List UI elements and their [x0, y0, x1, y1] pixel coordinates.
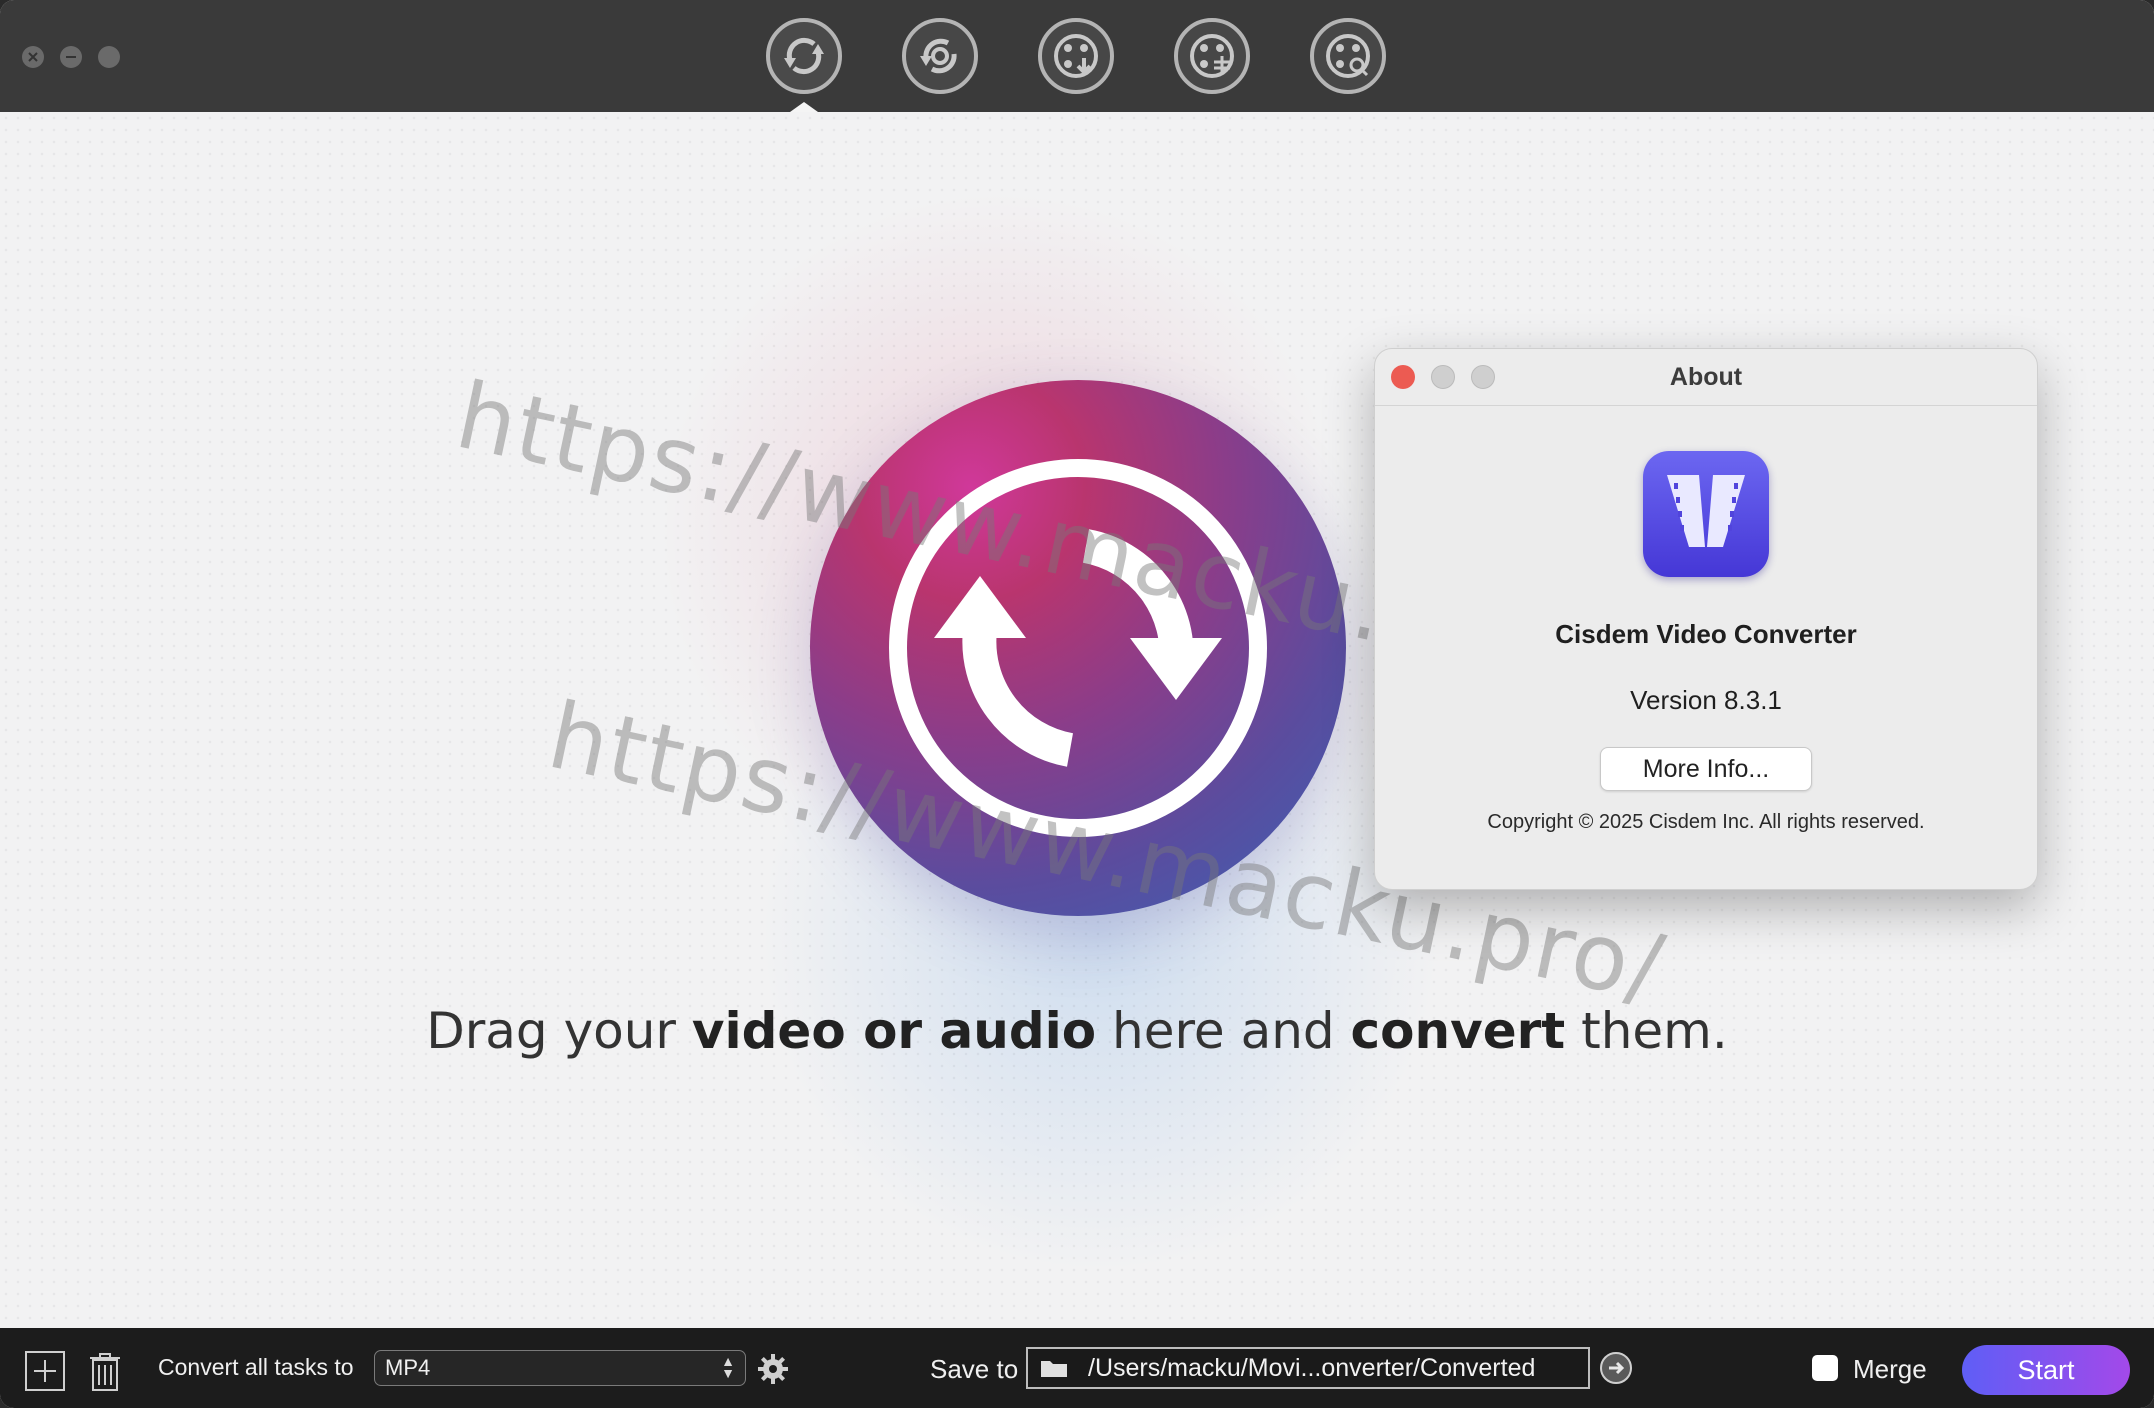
about-close-button[interactable]: [1391, 365, 1415, 389]
convert-icon: [784, 37, 824, 75]
save-path-field[interactable]: /Users/macku/Movi...onverter/Converted: [1026, 1347, 1590, 1389]
save-to-label: Save to: [930, 1354, 1019, 1384]
minimize-window-button[interactable]: [60, 46, 82, 68]
about-copyright: Copyright © 2025 Cisdem Inc. All rights …: [1487, 811, 1925, 833]
active-tab-indicator: [790, 102, 818, 112]
app-logo-icon: [1643, 451, 1769, 577]
rip-disc-icon: [920, 38, 957, 74]
toolbar-download-button[interactable]: [1038, 18, 1114, 94]
toolbar-dvd-ripper-button[interactable]: [902, 18, 978, 94]
plus-icon: [25, 1351, 65, 1391]
drop-hint-bold: video or audio: [691, 1002, 1097, 1060]
save-path-value: /Users/macku/Movi...onverter/Converted: [1088, 1354, 1536, 1382]
about-dialog: About Cisdem Video Converter Version 8.3…: [1374, 348, 2038, 890]
main-window: https://www.macku.pro/ https://www.macku…: [0, 0, 2154, 1408]
output-format-value: MP4: [385, 1355, 431, 1380]
video-info-icon: [1326, 34, 1370, 78]
toolbar-editor-button[interactable]: [1174, 18, 1250, 94]
zoom-window-button[interactable]: [98, 46, 120, 68]
edit-video-icon: [1190, 34, 1234, 78]
about-zoom-button[interactable]: [1471, 365, 1495, 389]
arrow-right-icon: [1600, 1352, 1632, 1384]
gear-icon: [758, 1354, 788, 1384]
format-settings-button[interactable]: [757, 1353, 789, 1385]
about-app-name: Cisdem Video Converter: [1555, 619, 1857, 649]
toolbar: [0, 0, 2154, 113]
drop-hint-bold: convert: [1350, 1002, 1566, 1060]
minimize-icon: [61, 47, 81, 67]
merge-checkbox[interactable]: [1812, 1355, 1838, 1381]
drop-hint-text: them.: [1565, 1002, 1728, 1060]
about-version: Version 8.3.1: [1630, 685, 1782, 715]
more-info-button[interactable]: More Info...: [1600, 747, 1812, 791]
download-video-icon: [1054, 34, 1098, 78]
folder-icon: [1041, 1361, 1067, 1377]
add-files-button[interactable]: [24, 1350, 66, 1392]
open-folder-button[interactable]: [1600, 1352, 1632, 1384]
drop-hint-text: Drag your: [426, 1002, 692, 1060]
toolbar-info-button[interactable]: [1310, 18, 1386, 94]
delete-button[interactable]: [84, 1350, 126, 1392]
film-v-icon: [1667, 475, 1745, 547]
bottom-bar: Convert all tasks to MP4 ▲ ▼ Save to /Use…: [0, 1328, 2154, 1408]
updown-icon: ▲ ▼: [721, 1353, 735, 1381]
about-minimize-button[interactable]: [1431, 365, 1455, 389]
drop-hint-text: here and: [1096, 1002, 1351, 1060]
close-icon: [23, 47, 43, 67]
start-button[interactable]: Start: [1962, 1345, 2130, 1395]
convert-all-label: Convert all tasks to: [158, 1354, 354, 1380]
close-window-button[interactable]: [22, 46, 44, 68]
merge-label: Merge: [1853, 1354, 1927, 1384]
toolbar-convert-button[interactable]: [766, 18, 842, 94]
trash-icon: [90, 1353, 120, 1391]
zoom-icon: [99, 47, 119, 67]
drop-hint: Drag your video or audio here and conver…: [0, 1002, 2154, 1060]
drop-area[interactable]: https://www.macku.pro/ https://www.macku…: [0, 112, 2154, 1328]
output-format-select[interactable]: MP4 ▲ ▼: [374, 1350, 746, 1386]
